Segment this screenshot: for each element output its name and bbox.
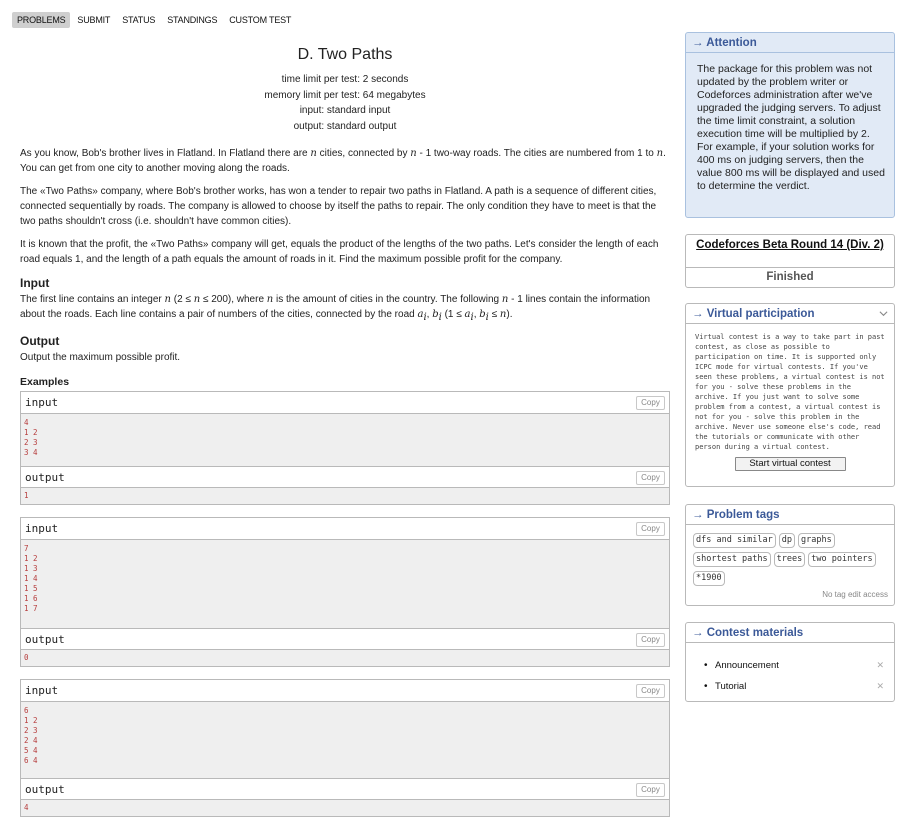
- tag-shortest-paths[interactable]: shortest paths: [693, 552, 771, 567]
- material-announcement-label: Announcement: [715, 660, 779, 671]
- attention-text: The package for this problem was not upd…: [697, 63, 885, 192]
- start-virtual-contest-button[interactable]: Start virtual contest: [734, 457, 846, 471]
- sample-output-header: output Copy: [21, 778, 669, 800]
- sample-test-1: input Copy 4 1 2 2 3 3 4 output Copy 1: [20, 391, 670, 505]
- materials-list: Announcement ✕ Tutorial ✕: [686, 643, 894, 697]
- sample-output-label: output: [25, 783, 65, 796]
- problem-statement: D. Two Paths time limit per test: 2 seco…: [20, 40, 670, 817]
- nav-submit[interactable]: SUBMIT: [72, 12, 115, 28]
- material-tutorial-label: Tutorial: [715, 681, 747, 692]
- sample-input-label: input: [25, 396, 59, 409]
- copy-button[interactable]: Copy: [636, 471, 665, 485]
- copy-button[interactable]: Copy: [636, 684, 665, 698]
- contest-round-box: Codeforces Beta Round 14 (Div. 2) Finish…: [685, 234, 895, 288]
- copy-button[interactable]: Copy: [636, 783, 665, 797]
- problem-tags-box: → Problem tags dfs and similar dp graphs…: [685, 504, 895, 606]
- sample-output: 1: [21, 488, 669, 504]
- sample-test-3: input Copy 6 1 2 2 3 2 4 5 4 6 4 output …: [20, 679, 670, 817]
- virtual-participation-label: → Virtual participation: [692, 308, 815, 320]
- no-tag-edit-access: No tag edit access: [822, 590, 888, 599]
- material-announcement[interactable]: Announcement ✕: [704, 655, 884, 676]
- legend: As you know, Bob's brother lives in Flat…: [20, 146, 670, 267]
- time-limit: time limit per test: 2 seconds: [281, 74, 409, 85]
- sample-output: 0: [21, 650, 669, 666]
- problem-limits: time limit per test: 2 seconds memory li…: [20, 72, 670, 134]
- nav-standings[interactable]: STANDINGS: [162, 12, 222, 28]
- sample-test-2: input Copy 7 1 2 1 3 1 4 1 5 1 6 1 7 out…: [20, 517, 670, 667]
- sample-output-header: output Copy: [21, 628, 669, 650]
- tag-graphs[interactable]: graphs: [798, 533, 835, 548]
- input-file: input: standard input: [299, 105, 391, 116]
- tag-two-pointers[interactable]: two pointers: [808, 552, 876, 567]
- copy-button[interactable]: Copy: [636, 522, 665, 536]
- copy-button[interactable]: Copy: [636, 633, 665, 647]
- attention-title: → Attention: [686, 33, 894, 53]
- tag-dp[interactable]: dp: [778, 533, 796, 548]
- nav-custom-test[interactable]: CUSTOM TEST: [224, 12, 296, 28]
- output-section-title: Output: [20, 334, 60, 348]
- close-icon: ✕: [876, 681, 884, 691]
- legend-paragraph-2: The «Two Paths» company, where Bob's bro…: [20, 186, 657, 227]
- input-spec: The first line contains an integer n (2 …: [20, 294, 651, 323]
- virtual-participation-box: → Virtual participation Virtual contest …: [685, 303, 895, 487]
- tag-list: dfs and similar dp graphs shortest paths…: [686, 525, 886, 586]
- output-file: output: standard output: [293, 120, 397, 132]
- tag-dfs-and-similar[interactable]: dfs and similar: [693, 533, 776, 548]
- problem-tags-title: → Problem tags: [686, 505, 894, 525]
- sample-input: 6 1 2 2 3 2 4 5 4 6 4: [21, 702, 669, 778]
- sample-input-header: input Copy: [21, 680, 669, 702]
- top-nav: PROBLEMS SUBMIT STATUS STANDINGS CUSTOM …: [12, 12, 298, 28]
- tag-difficulty[interactable]: *1900: [693, 571, 725, 586]
- nav-status[interactable]: STATUS: [117, 12, 160, 28]
- copy-button[interactable]: Copy: [636, 396, 665, 410]
- sample-input: 4 1 2 2 3 3 4: [21, 414, 669, 466]
- close-icon: ✕: [876, 660, 884, 670]
- legend-paragraph-3: It is known that the profit, the «Two Pa…: [20, 239, 659, 265]
- examples-title: Examples: [20, 376, 70, 388]
- sample-input-label: input: [25, 684, 59, 697]
- problem-title: D. Two Paths: [297, 46, 393, 63]
- sample-output-label: output: [25, 471, 65, 484]
- contest-materials-box: → Contest materials Announcement ✕ Tutor…: [685, 622, 895, 702]
- sample-input-header: input Copy: [21, 518, 669, 540]
- attention-box: → Attention The package for this problem…: [685, 32, 895, 218]
- nav-problems[interactable]: PROBLEMS: [12, 12, 71, 28]
- sample-input-header: input Copy: [21, 392, 669, 414]
- chevron-down-icon[interactable]: [879, 309, 888, 318]
- input-section-title: Input: [20, 276, 50, 290]
- sample-input-label: input: [25, 522, 59, 535]
- sample-output-label: output: [25, 633, 65, 646]
- material-tutorial[interactable]: Tutorial ✕: [704, 676, 884, 697]
- virtual-participation-title[interactable]: → Virtual participation: [686, 304, 894, 324]
- contest-status: Finished: [766, 271, 814, 283]
- sample-output: 4: [21, 800, 669, 816]
- tag-trees[interactable]: trees: [773, 552, 806, 567]
- memory-limit: memory limit per test: 64 megabytes: [264, 89, 426, 101]
- virtual-participation-text: Virtual contest is a way to take part in…: [695, 333, 885, 451]
- sample-output-header: output Copy: [21, 466, 669, 488]
- sample-input: 7 1 2 1 3 1 4 1 5 1 6 1 7: [21, 540, 669, 628]
- contest-materials-title: → Contest materials: [686, 623, 894, 643]
- contest-name-link[interactable]: Codeforces Beta Round 14 (Div. 2): [686, 235, 894, 268]
- legend-paragraph-1: As you know, Bob's brother lives in Flat…: [20, 148, 666, 174]
- output-spec: Output the maximum possible profit.: [20, 352, 181, 363]
